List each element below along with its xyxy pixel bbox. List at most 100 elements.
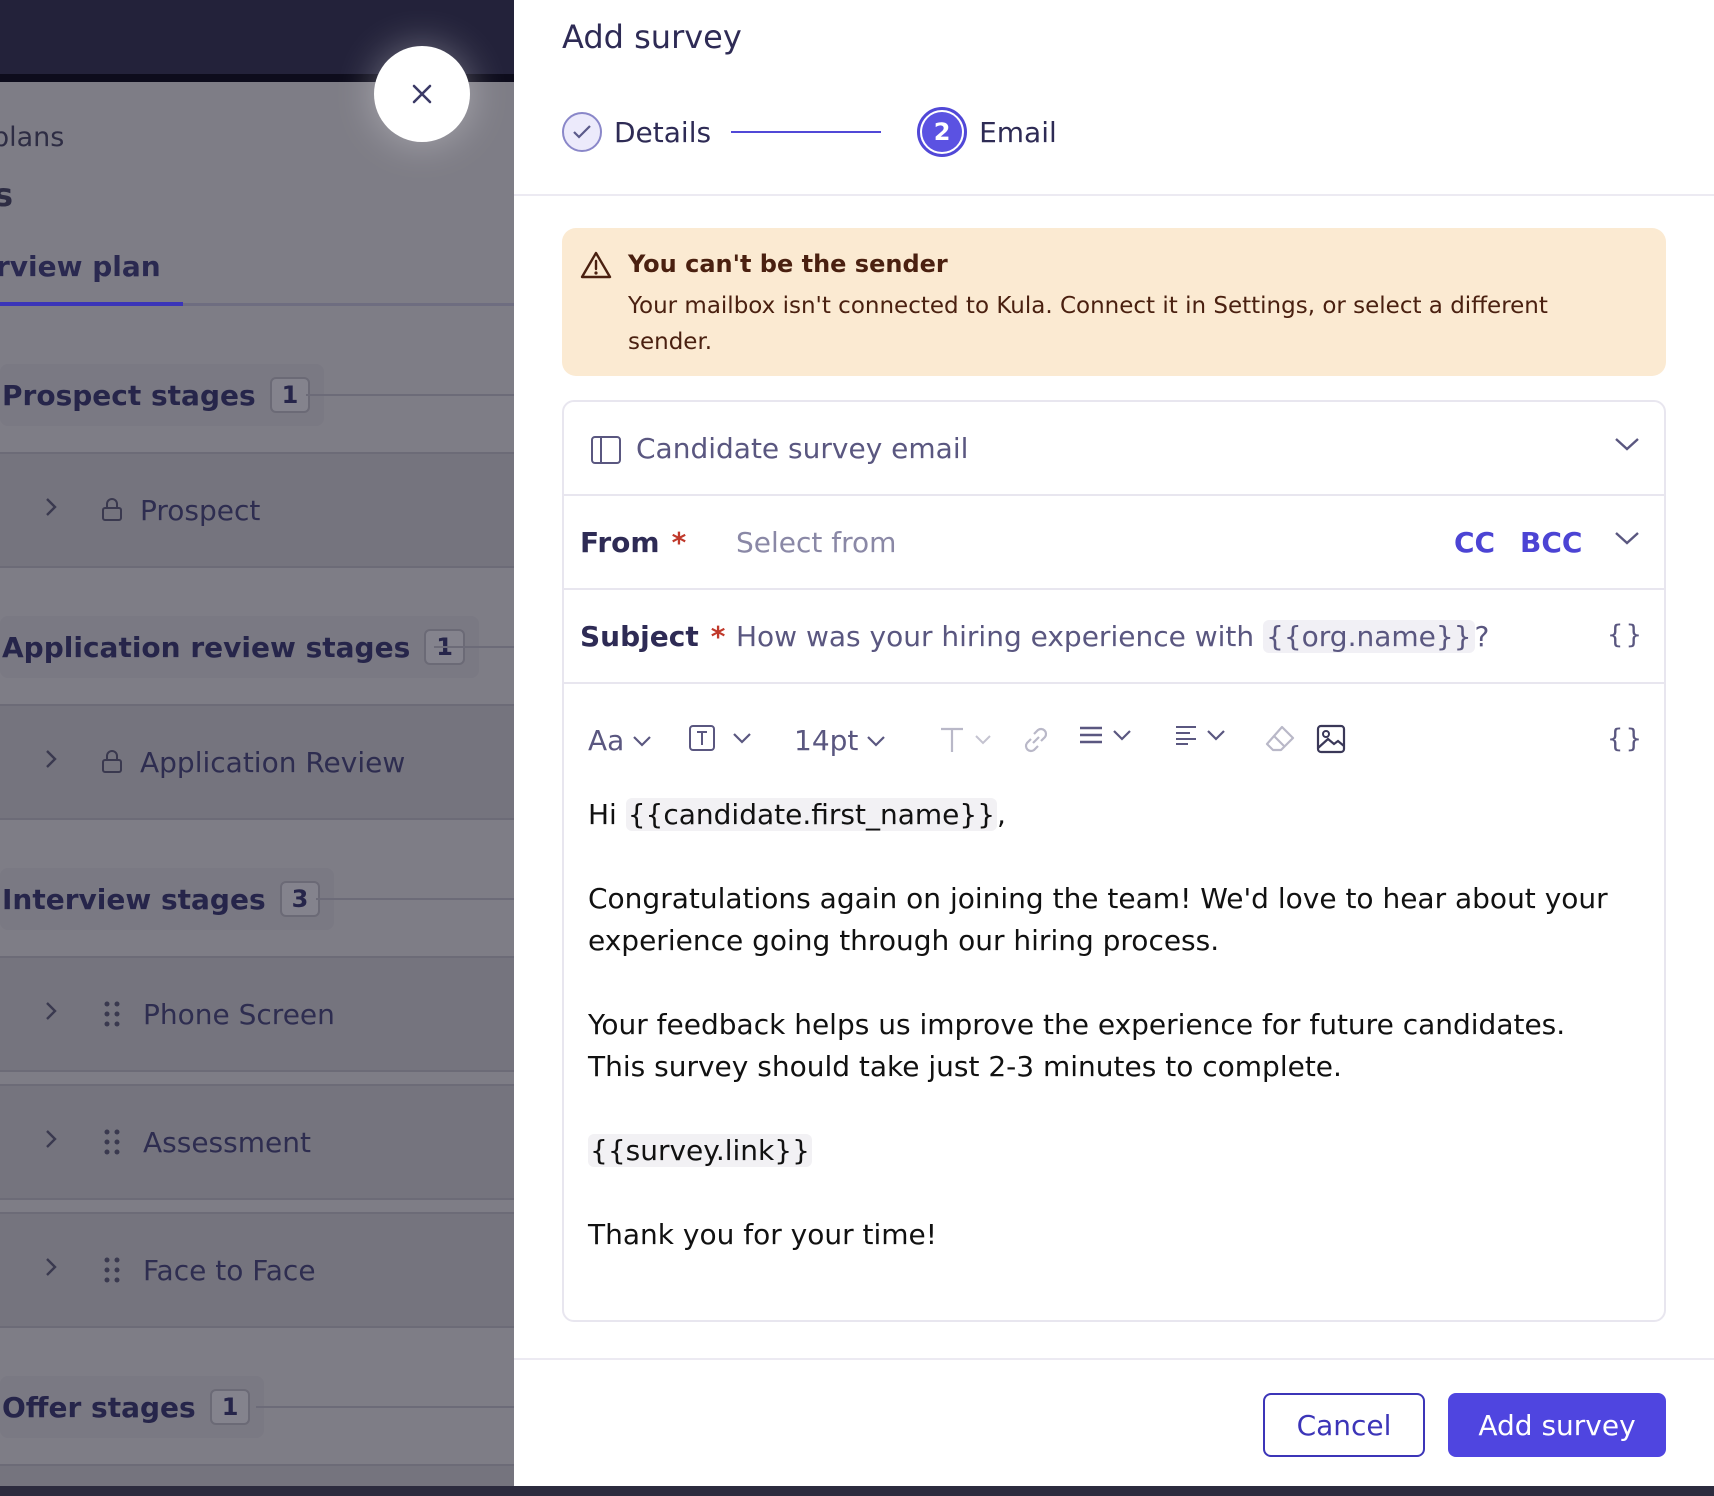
email-editor-card: Candidate survey email From * Select from… (562, 400, 1666, 1322)
body-variable: {{candidate.first_name}} (625, 798, 998, 831)
drag-handle-icon[interactable] (100, 1257, 124, 1283)
chevron-right-icon[interactable] (44, 495, 58, 525)
text-style-dropdown[interactable] (688, 724, 752, 752)
breadcrumb[interactable]: plans (0, 122, 64, 153)
step-active-indicator: 2 (917, 107, 968, 157)
subject-text: How was your hiring experience with (736, 620, 1264, 653)
stage-name: Phone Screen (143, 997, 335, 1031)
group-divider (256, 1406, 514, 1408)
font-family-dropdown[interactable]: Aa (588, 724, 652, 757)
from-field-row: From * Select from CC BCC (564, 496, 1664, 590)
greeting-punct: , (997, 798, 1006, 831)
step-number: 2 (922, 112, 963, 152)
align-dropdown[interactable] (1174, 724, 1226, 746)
eraser-icon (1265, 725, 1295, 752)
greeting-text: Hi (588, 798, 626, 831)
font-family-value: Aa (588, 724, 625, 757)
cancel-button[interactable]: Cancel (1263, 1393, 1425, 1457)
chevron-right-icon[interactable] (44, 747, 58, 777)
stage-group-name: Application review stages (2, 630, 411, 664)
bcc-button[interactable]: BCC (1520, 526, 1582, 559)
add-survey-button[interactable]: Add survey (1448, 1393, 1666, 1457)
image-icon (1316, 724, 1346, 754)
group-divider (434, 646, 514, 648)
chevron-right-icon[interactable] (44, 1127, 58, 1157)
step-label-details[interactable]: Details (614, 116, 711, 149)
group-divider (316, 898, 514, 900)
email-body-editor[interactable]: Hi {{candidate.first_name}}, Congratulat… (588, 794, 1608, 1256)
stage-row[interactable]: Application Review (0, 704, 514, 820)
subject-label-text: Subject (580, 620, 699, 653)
subject-input[interactable]: How was your hiring experience with {{or… (736, 620, 1489, 653)
stage-row[interactable]: Prospect (0, 452, 514, 568)
sender-warning-alert: You can't be the sender Your mailbox isn… (562, 228, 1666, 376)
body-greeting: Hi {{candidate.first_name}}, (588, 794, 1608, 836)
stage-group-header: Interview stages 3 (0, 868, 335, 930)
clear-format-button[interactable] (1264, 724, 1296, 754)
group-divider (306, 394, 514, 396)
body-closing: Thank you for your time! (588, 1218, 937, 1251)
stepper: Details 2 Email (562, 100, 1057, 164)
body-link-line: {{survey.link}} (588, 1130, 1608, 1172)
template-selector[interactable]: Candidate survey email (564, 402, 1664, 496)
chevron-down-icon[interactable] (1614, 530, 1640, 550)
stage-group-name: Interview stages (2, 882, 266, 916)
footer-divider (514, 1358, 1714, 1360)
chevron-down-icon (1207, 730, 1225, 741)
link-icon (1024, 727, 1048, 753)
chevron-down-icon[interactable] (1614, 436, 1640, 456)
drag-handle-icon[interactable] (100, 1129, 124, 1155)
stage-group-name: Offer stages (2, 1390, 196, 1424)
insert-variable-icon[interactable]: {} (1607, 724, 1644, 754)
stage-group-header: Prospect stages 1 (0, 364, 325, 426)
body-paragraph: Congratulations again on joining the tea… (588, 882, 1608, 957)
editor-toolbar: Aa 14pt {} (564, 686, 1664, 796)
list-dropdown[interactable] (1078, 724, 1132, 746)
stage-name: Assessment (143, 1125, 311, 1159)
font-size-dropdown[interactable]: 14pt (794, 724, 886, 757)
text-box-icon (689, 725, 715, 751)
from-label: From * (580, 526, 686, 559)
chevron-right-icon[interactable] (44, 999, 58, 1029)
chevron-right-icon[interactable] (44, 1255, 58, 1285)
step-complete-indicator[interactable] (562, 112, 602, 152)
header-divider (514, 194, 1714, 196)
subject-variable: {{org.name}} (1263, 620, 1475, 653)
lock-icon (100, 498, 124, 522)
list-icon (1080, 726, 1102, 744)
from-select[interactable]: Select from (736, 526, 896, 559)
cc-button[interactable]: CC (1454, 526, 1495, 559)
insert-variable-icon[interactable]: {} (1607, 620, 1644, 650)
alert-title: You can't be the sender (628, 250, 948, 278)
drag-handle-icon[interactable] (100, 1001, 124, 1027)
link-button[interactable] (1020, 724, 1052, 756)
body-variable: {{survey.link}} (588, 1134, 812, 1167)
subject-field-row: Subject * How was your hiring experience … (564, 590, 1664, 684)
stage-row[interactable]: Face to Face (0, 1212, 514, 1328)
align-left-icon (1176, 726, 1196, 745)
insert-image-button[interactable] (1316, 724, 1346, 754)
warning-icon (580, 250, 612, 284)
subject-text-end: ? (1474, 620, 1490, 653)
step-connector (731, 131, 882, 133)
background-page: plans s rview plan Prospect stages 1 Pro… (0, 0, 514, 1496)
stage-name: Face to Face (143, 1253, 316, 1287)
step-label-email: Email (979, 115, 1057, 149)
required-mark: * (671, 526, 687, 559)
lock-icon (100, 750, 124, 774)
stage-row[interactable]: Phone Screen (0, 956, 514, 1072)
active-tab-indicator (0, 302, 183, 306)
chevron-down-icon (1113, 730, 1131, 741)
text-color-dropdown[interactable] (938, 724, 992, 754)
tab-interview-plan[interactable]: rview plan (0, 250, 161, 283)
stage-group-pill: Offer stages 1 (0, 1376, 265, 1438)
stage-group-count: 1 (209, 1389, 251, 1425)
close-drawer-button[interactable] (374, 46, 470, 142)
chevron-down-icon (633, 735, 652, 747)
font-size-value: 14pt (794, 724, 859, 757)
add-survey-drawer: Add survey Details 2 Email You can't be … (514, 0, 1714, 1496)
stage-row[interactable]: Assessment (0, 1084, 514, 1200)
text-color-icon (941, 727, 963, 752)
stage-group-pill: Interview stages 3 (0, 868, 335, 930)
bottom-edge (0, 1486, 1714, 1496)
